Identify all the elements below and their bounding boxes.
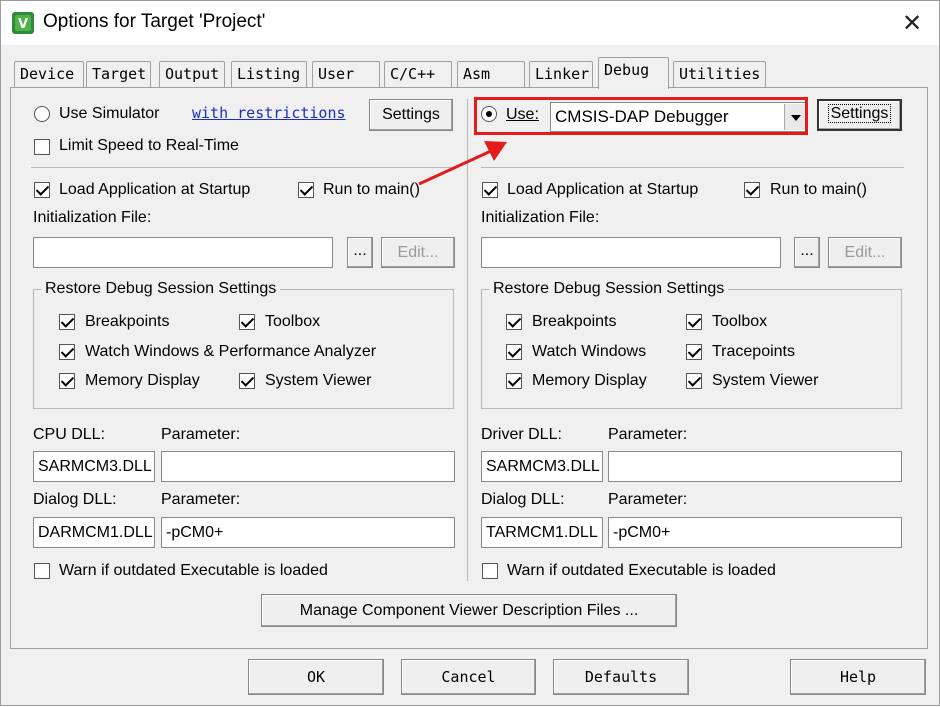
left-init-file-browse-button[interactable]: ... <box>347 237 373 268</box>
right-memory-label: Memory Display <box>532 372 647 389</box>
left-separator <box>31 167 454 168</box>
right-edit-button[interactable]: Edit... <box>828 237 902 268</box>
right-watch-label: Watch Windows <box>532 343 647 360</box>
left-dialog-dll-input[interactable]: DARMCM1.DLL <box>33 517 155 548</box>
right-warn-checkbox[interactable] <box>482 563 498 579</box>
cpu-param-input[interactable] <box>161 451 455 482</box>
left-restore-title: Restore Debug Session Settings <box>41 280 281 298</box>
left-system-viewer-label: System Viewer <box>265 372 372 389</box>
use-simulator-radio[interactable] <box>34 106 50 122</box>
left-toolbox-label: Toolbox <box>265 313 321 330</box>
right-dialog-dll-input[interactable]: TARMCM1.DLL <box>481 517 603 548</box>
left-dialog-dll-label: Dialog DLL: <box>33 491 117 508</box>
right-toolbox-label: Toolbox <box>712 313 768 330</box>
right-warn-label: Warn if outdated Executable is loaded <box>507 562 776 579</box>
left-run-to-main-label: Run to main() <box>323 181 420 198</box>
left-breakpoints-checkbox[interactable] <box>59 314 75 330</box>
right-init-file-label: Initialization File: <box>481 209 600 226</box>
left-memory-checkbox[interactable] <box>59 373 75 389</box>
limit-speed-label: Limit Speed to Real-Time <box>59 137 239 154</box>
dialog-footer: OK Cancel Defaults Help <box>1 649 939 705</box>
right-run-to-main-label: Run to main() <box>770 181 867 198</box>
right-tracepoints-checkbox[interactable] <box>686 344 702 360</box>
right-init-file-browse-button[interactable]: ... <box>794 237 820 268</box>
cancel-button[interactable]: Cancel <box>401 659 536 695</box>
limit-speed-checkbox[interactable] <box>34 139 50 155</box>
right-tracepoints-label: Tracepoints <box>712 343 795 360</box>
left-watch-label: Watch Windows & Performance Analyzer <box>85 343 377 360</box>
right-breakpoints-checkbox[interactable] <box>506 314 522 330</box>
right-load-app-checkbox[interactable] <box>482 182 498 198</box>
right-load-app-label: Load Application at Startup <box>507 181 699 198</box>
help-button[interactable]: Help <box>790 659 926 695</box>
driver-param-label: Parameter: <box>608 426 688 443</box>
right-restore-title: Restore Debug Session Settings <box>489 280 729 298</box>
right-run-to-main-checkbox[interactable] <box>744 182 760 198</box>
left-warn-label: Warn if outdated Executable is loaded <box>59 562 328 579</box>
left-warn-checkbox[interactable] <box>34 563 50 579</box>
left-watch-checkbox[interactable] <box>59 344 75 360</box>
right-separator <box>481 167 904 168</box>
left-load-app-label: Load Application at Startup <box>59 181 251 198</box>
column-divider <box>467 99 468 581</box>
right-breakpoints-label: Breakpoints <box>532 313 617 330</box>
driver-param-input[interactable] <box>608 451 902 482</box>
debugger-settings-label: Settings <box>827 104 892 123</box>
right-system-viewer-checkbox[interactable] <box>686 373 702 389</box>
ok-button[interactable]: OK <box>248 659 384 695</box>
left-toolbox-checkbox[interactable] <box>239 314 255 330</box>
left-run-to-main-checkbox[interactable] <box>298 182 314 198</box>
driver-dll-input[interactable]: SARMCM3.DLL <box>481 451 603 482</box>
highlight-box <box>474 97 808 135</box>
left-system-viewer-checkbox[interactable] <box>239 373 255 389</box>
with-restrictions-link[interactable]: with restrictions <box>192 104 346 122</box>
right-system-viewer-label: System Viewer <box>712 372 819 389</box>
right-dialog-dll-label: Dialog DLL: <box>481 491 565 508</box>
left-breakpoints-label: Breakpoints <box>85 313 170 330</box>
left-edit-button[interactable]: Edit... <box>381 237 455 268</box>
right-memory-checkbox[interactable] <box>506 373 522 389</box>
debugger-settings-button[interactable]: Settings <box>817 99 902 131</box>
left-dialog-param-input[interactable]: -pCM0+ <box>161 517 455 548</box>
left-dialog-param-label: Parameter: <box>161 491 241 508</box>
simulator-settings-button[interactable]: Settings <box>369 99 453 131</box>
cpu-dll-label: CPU DLL: <box>33 426 106 443</box>
defaults-button[interactable]: Defaults <box>553 659 689 695</box>
left-init-file-input[interactable] <box>33 237 333 268</box>
right-toolbox-checkbox[interactable] <box>686 314 702 330</box>
right-dialog-param-input[interactable]: -pCM0+ <box>608 517 902 548</box>
left-memory-label: Memory Display <box>85 372 200 389</box>
left-load-app-checkbox[interactable] <box>34 182 50 198</box>
manage-component-viewer-button[interactable]: Manage Component Viewer Description File… <box>261 594 677 627</box>
cpu-dll-input[interactable]: SARMCM3.DLL <box>33 451 155 482</box>
right-init-file-input[interactable] <box>481 237 781 268</box>
right-watch-checkbox[interactable] <box>506 344 522 360</box>
driver-dll-label: Driver DLL: <box>481 426 562 443</box>
options-dialog: V Options for Target 'Project' ✕ Device … <box>0 0 940 706</box>
use-simulator-label: Use Simulator <box>59 105 160 122</box>
left-init-file-label: Initialization File: <box>33 209 152 226</box>
cpu-param-label: Parameter: <box>161 426 241 443</box>
right-dialog-param-label: Parameter: <box>608 491 688 508</box>
